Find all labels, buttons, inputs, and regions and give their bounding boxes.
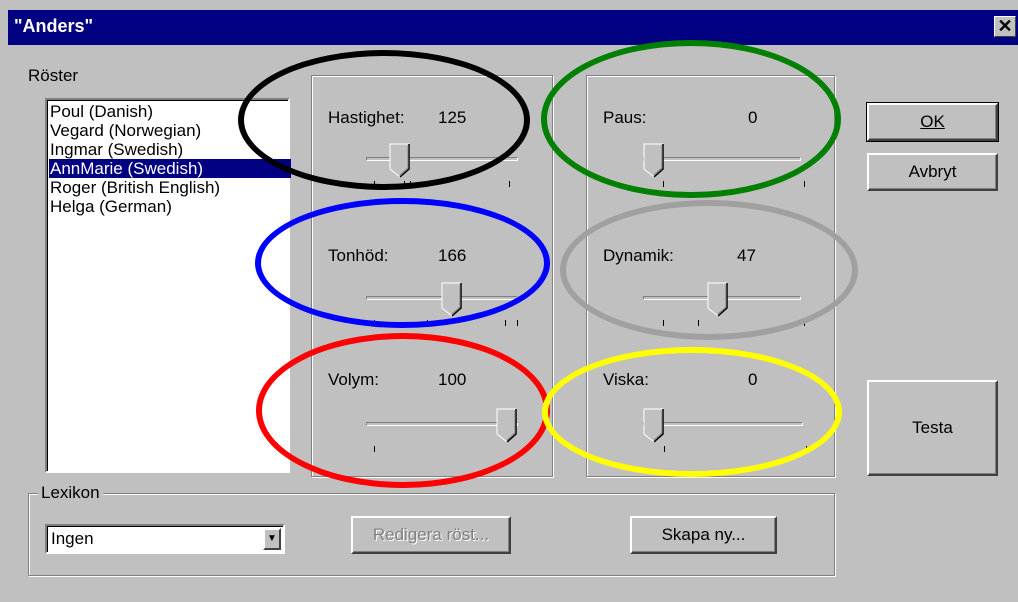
pause-label: Paus:: [603, 108, 647, 127]
lexicon-select[interactable]: Ingen ▼: [45, 524, 285, 554]
dynamic-slider-tick: [663, 320, 665, 326]
cancel-button[interactable]: Avbryt: [867, 153, 998, 191]
pause-slider-tick: [663, 181, 665, 187]
title-bar: "Anders" ✕: [8, 10, 1018, 45]
pitch-value: 166: [438, 246, 467, 265]
volume-label: Volym:: [328, 370, 380, 389]
close-button[interactable]: ✕: [994, 16, 1016, 37]
list-item[interactable]: Poul (Danish): [50, 102, 157, 121]
speed-slider-tick: [509, 181, 510, 187]
pause-slider[interactable]: [643, 143, 805, 197]
whisper-slider-tick: [663, 446, 665, 452]
pitch-slider-tick: [374, 320, 375, 326]
ok-button-label: OK: [920, 112, 945, 131]
cancel-button-label: Avbryt: [908, 162, 957, 181]
list-item[interactable]: Ingmar (Swedish): [50, 140, 187, 159]
dynamic-slider-tick: [697, 320, 699, 326]
pause-slider-track: [643, 157, 801, 161]
list-item[interactable]: Roger (British English): [50, 178, 224, 197]
list-item[interactable]: Vegard (Norwegian): [50, 121, 205, 140]
pitch-label: Tonhöd:: [328, 246, 389, 265]
edit-voice-button-label: Redigera röst...: [372, 525, 490, 544]
volume-value: 100: [438, 370, 467, 389]
whisper-value: 0: [748, 370, 758, 389]
volume-slider-thumb[interactable]: [496, 408, 518, 444]
dynamic-value: 47: [737, 246, 756, 265]
voices-label: Röster: [28, 66, 79, 85]
dynamic-label: Dynamik:: [603, 246, 674, 265]
voice-params-frame-right: [586, 75, 835, 477]
list-item[interactable]: Helga (German): [50, 197, 176, 216]
speed-slider-tick: [374, 181, 375, 187]
pitch-slider-thumb[interactable]: [441, 282, 463, 318]
whisper-slider-tick: [805, 446, 807, 452]
dynamic-slider-tick: [803, 320, 805, 326]
lexicon-selected-value: Ingen: [51, 529, 94, 548]
pause-slider-tick: [803, 181, 805, 187]
create-new-button-label: Skapa ny...: [661, 525, 746, 544]
pitch-slider-tick: [504, 320, 506, 326]
speed-slider-thumb[interactable]: [389, 143, 411, 179]
test-button[interactable]: Testa: [867, 380, 998, 476]
edit-voice-button: Redigera röst...: [351, 516, 511, 554]
speed-slider-tick: [410, 181, 411, 187]
window-title: "Anders": [14, 16, 94, 36]
pause-value: 0: [748, 108, 758, 127]
whisper-slider-thumb[interactable]: [643, 408, 665, 444]
lexicon-label: Lexikon: [38, 483, 103, 503]
pitch-slider-tick: [426, 320, 428, 326]
volume-slider-tick: [374, 446, 375, 452]
close-icon: ✕: [997, 16, 1013, 36]
voices-listbox[interactable]: Poul (Danish) Vegard (Norwegian) Ingmar …: [45, 98, 291, 473]
volume-slider[interactable]: [366, 408, 518, 462]
whisper-label: Viska:: [603, 370, 649, 389]
whisper-slider-track: [643, 422, 803, 426]
speed-value: 125: [438, 108, 467, 127]
test-button-label: Testa: [912, 418, 953, 437]
pause-slider-thumb[interactable]: [643, 143, 665, 179]
whisper-slider[interactable]: [643, 408, 807, 462]
dynamic-slider-thumb[interactable]: [707, 282, 729, 318]
pitch-slider-tick: [516, 320, 518, 326]
create-new-button[interactable]: Skapa ny...: [630, 516, 777, 554]
chevron-down-icon[interactable]: ▼: [263, 528, 281, 550]
dynamic-slider[interactable]: [643, 282, 805, 336]
ok-button[interactable]: OK: [866, 102, 999, 142]
list-item-selected[interactable]: AnnMarie (Swedish): [49, 159, 291, 178]
speed-slider[interactable]: [366, 143, 518, 197]
speed-label: Hastighet:: [328, 108, 405, 127]
speed-slider-tick: [404, 181, 405, 187]
pitch-slider[interactable]: [366, 282, 518, 336]
